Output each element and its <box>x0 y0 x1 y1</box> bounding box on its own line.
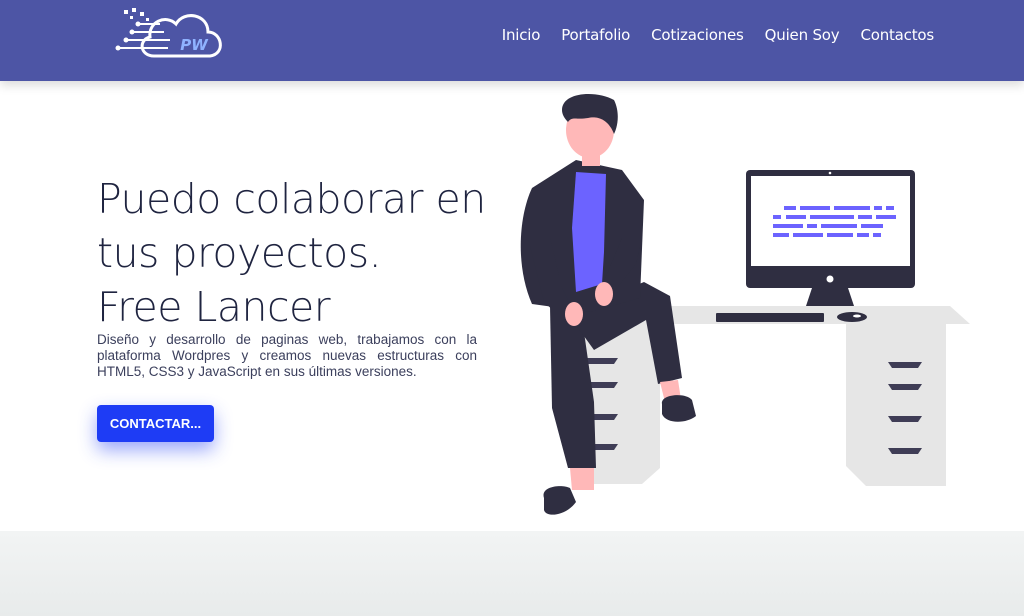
contact-button[interactable]: CONTACTAR... <box>97 405 214 442</box>
desk-right-drawers <box>846 324 946 486</box>
cloud-circuit-logo[interactable]: PW <box>112 4 230 70</box>
nav-item-cotizaciones[interactable]: Cotizaciones <box>651 26 744 44</box>
mouse <box>837 312 867 322</box>
hero-description: Diseño y desarrollo de paginas web, trab… <box>97 332 477 379</box>
hero-title: Puedo colaborar en tus proyectos. Free L… <box>97 172 517 334</box>
hero-title-line-3: Free Lancer <box>97 283 331 331</box>
main-nav: Inicio Portafolio Cotizaciones Quien Soy… <box>502 26 934 44</box>
nav-item-contactos[interactable]: Contactos <box>860 26 934 44</box>
developer-desk-illustration <box>520 94 970 515</box>
keyboard <box>716 313 824 322</box>
monitor-stand <box>806 288 854 306</box>
logo-text: PW <box>180 36 209 54</box>
next-section-band <box>0 531 1024 616</box>
hero-title-line-2: tus proyectos. <box>97 229 382 277</box>
hero-title-line-1: Puedo colaborar en <box>97 175 486 223</box>
navbar: PW Inicio Portafolio Cotizaciones Quien … <box>0 0 1024 81</box>
monitor-screen <box>751 176 910 266</box>
nav-item-inicio[interactable]: Inicio <box>502 26 541 44</box>
nav-item-portafolio[interactable]: Portafolio <box>561 26 630 44</box>
nav-item-quien-soy[interactable]: Quien Soy <box>765 26 840 44</box>
